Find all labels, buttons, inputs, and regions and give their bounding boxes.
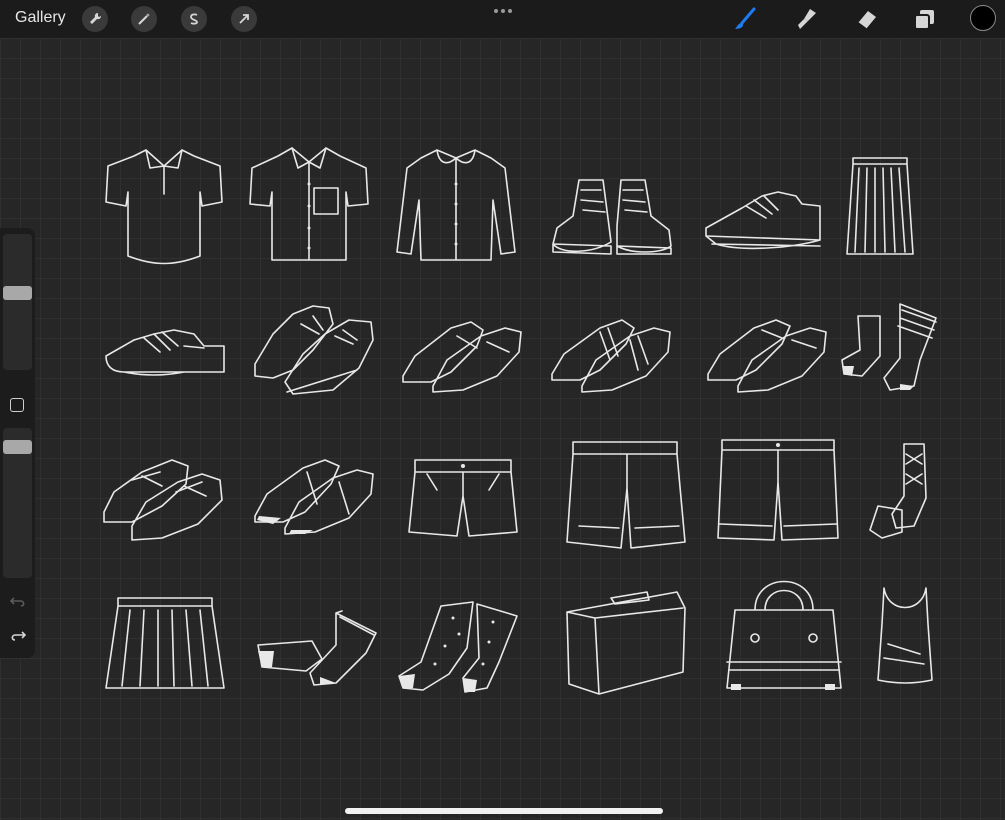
cargo-shorts-drawing xyxy=(565,438,687,549)
more-options-icon[interactable] xyxy=(493,8,513,14)
chino-shorts-drawing xyxy=(716,436,840,544)
handbag-drawing xyxy=(725,570,843,694)
pleated-long-skirt-drawing xyxy=(845,154,915,260)
drawing-canvas[interactable] xyxy=(0,38,1005,820)
polo-shirt-drawing xyxy=(104,144,224,266)
top-toolbar: Gallery xyxy=(0,0,1005,38)
strap-shoes-drawing xyxy=(550,314,672,396)
sneakers-laced-drawing xyxy=(102,452,224,544)
modify-button[interactable] xyxy=(10,398,24,412)
wrench-icon[interactable] xyxy=(82,6,108,32)
brush-size-thumb[interactable] xyxy=(3,286,32,300)
striped-socks-drawing xyxy=(840,300,940,392)
shorts-drawing xyxy=(407,456,519,538)
polka-dot-socks-drawing xyxy=(397,598,519,694)
loafers-drawing xyxy=(706,314,828,396)
gallery-button[interactable]: Gallery xyxy=(15,9,66,27)
mary-jane-shoes-drawing xyxy=(253,454,375,540)
magic-wand-icon[interactable] xyxy=(131,6,157,32)
button-shirt-drawing xyxy=(248,144,370,266)
home-indicator[interactable] xyxy=(345,808,663,814)
redo-icon[interactable] xyxy=(9,626,27,644)
eraser-icon[interactable] xyxy=(852,5,880,33)
color-picker-button[interactable] xyxy=(970,5,996,31)
pleated-skirt-drawing xyxy=(104,594,226,694)
ankle-socks-drawing xyxy=(256,610,378,691)
selection-s-icon[interactable] xyxy=(181,6,207,32)
undo-icon[interactable] xyxy=(9,592,27,610)
low-sneaker-drawing xyxy=(702,188,824,258)
layers-icon[interactable] xyxy=(911,5,939,33)
high-top-sneakers-drawing xyxy=(551,176,673,258)
opacity-thumb[interactable] xyxy=(3,440,32,454)
left-sidebar xyxy=(0,228,35,658)
lace-up-shoes-drawing xyxy=(253,304,375,398)
suitcase-drawing xyxy=(565,588,687,696)
saddle-shoes-drawing xyxy=(104,316,226,378)
tank-top-drawing xyxy=(874,584,936,686)
slip-on-shoes-drawing xyxy=(401,316,523,396)
smudge-icon[interactable] xyxy=(792,5,820,33)
transform-arrow-icon[interactable] xyxy=(231,6,257,32)
long-sleeve-blouse-drawing xyxy=(395,144,517,266)
argyle-socks-drawing xyxy=(866,442,938,542)
brush-size-slider[interactable] xyxy=(3,234,32,370)
brush-icon[interactable] xyxy=(732,5,760,33)
